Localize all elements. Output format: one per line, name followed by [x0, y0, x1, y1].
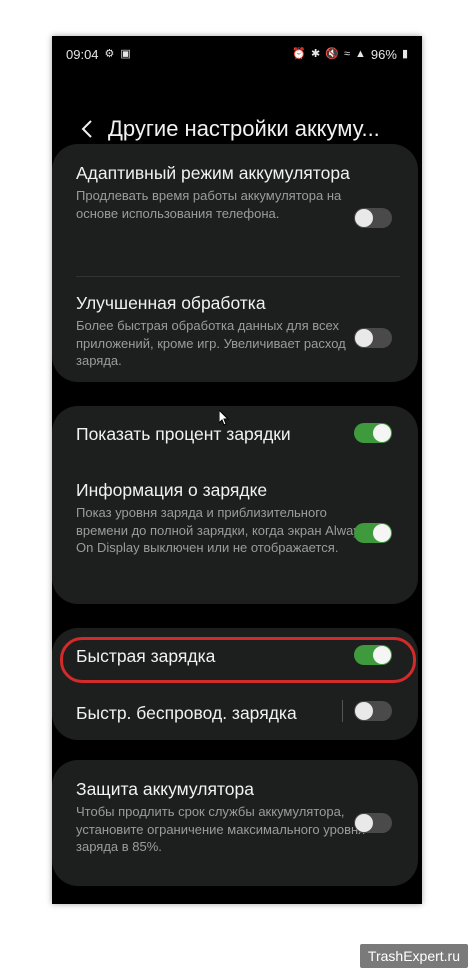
status-time: 09:04 [66, 47, 99, 62]
setting-title: Быстр. беспровод. зарядка [76, 703, 297, 723]
setting-title: Информация о зарядке [76, 480, 268, 500]
settings-card-protection: Защита аккумулятора Чтобы продлить срок … [52, 760, 418, 886]
wifi-icon: ≈ [343, 48, 351, 60]
setting-adaptive-battery[interactable]: Адаптивный режим аккумулятора Продлевать… [76, 162, 376, 222]
toggle-knob [355, 814, 373, 832]
toggle-knob [373, 524, 391, 542]
setting-subtitle: Продлевать время работы аккумулятора на … [76, 188, 342, 221]
mouse-cursor-icon [218, 408, 230, 431]
phone-screen: 09:04 ⚙ ▣ ⏰ ✱ 🔇 ≈ ▲ 96% ▮ Другие настрой… [52, 36, 422, 904]
image-icon: ▣ [120, 48, 131, 60]
toggle-knob [355, 702, 373, 720]
chevron-left-icon [81, 120, 92, 138]
mute-icon: 🔇 [325, 48, 339, 60]
highlight-outline [60, 637, 416, 683]
page-title: Другие настройки аккуму... [108, 116, 380, 141]
notification-icon: ⚙ [104, 48, 115, 60]
setting-title: Улучшенная обработка [76, 293, 266, 313]
setting-subtitle: Чтобы продлить срок службы аккумулятора,… [76, 804, 366, 854]
setting-title: Адаптивный режим аккумулятора [76, 163, 350, 183]
setting-subtitle: Показ уровня заряда и приблизительного в… [76, 505, 367, 555]
setting-battery-protection[interactable]: Защита аккумулятора Чтобы продлить срок … [76, 778, 376, 856]
alarm-icon: ⏰ [292, 48, 307, 60]
toggle-knob [355, 329, 373, 347]
toggle-charging-info[interactable] [354, 523, 392, 543]
status-bar: 09:04 ⚙ ▣ ⏰ ✱ 🔇 ≈ ▲ 96% ▮ [52, 36, 422, 72]
back-button[interactable] [74, 114, 100, 144]
setting-title: Защита аккумулятора [76, 779, 254, 799]
toggle-knob [373, 424, 391, 442]
bluetooth-icon: ✱ [311, 48, 321, 60]
signal-icon: ▲ [355, 48, 366, 60]
battery-icon: ▮ [401, 48, 408, 60]
toggle-battery-protection[interactable] [354, 813, 392, 833]
setting-fast-wireless-charging[interactable]: Быстр. беспровод. зарядка [76, 702, 376, 724]
setting-charging-info[interactable]: Информация о зарядке Показ уровня заряда… [76, 479, 376, 557]
battery-percent: 96% [370, 47, 397, 62]
setting-enhanced-processing[interactable]: Улучшенная обработка Более быстрая обраб… [76, 292, 376, 370]
settings-card-charging-info: Показать процент зарядки Информация о за… [52, 406, 418, 604]
setting-subtitle: Более быстрая обработка данных для всех … [76, 318, 346, 368]
toggle-enhanced-processing[interactable] [354, 328, 392, 348]
toggle-fast-wireless-charging[interactable] [354, 701, 392, 721]
vertical-separator [342, 700, 343, 722]
toggle-show-percent[interactable] [354, 423, 392, 443]
toggle-knob [355, 209, 373, 227]
toggle-adaptive-battery[interactable] [354, 208, 392, 228]
divider [76, 276, 400, 277]
settings-card-adaptive: Адаптивный режим аккумулятора Продлевать… [52, 144, 418, 382]
watermark: TrashExpert.ru [359, 944, 468, 968]
